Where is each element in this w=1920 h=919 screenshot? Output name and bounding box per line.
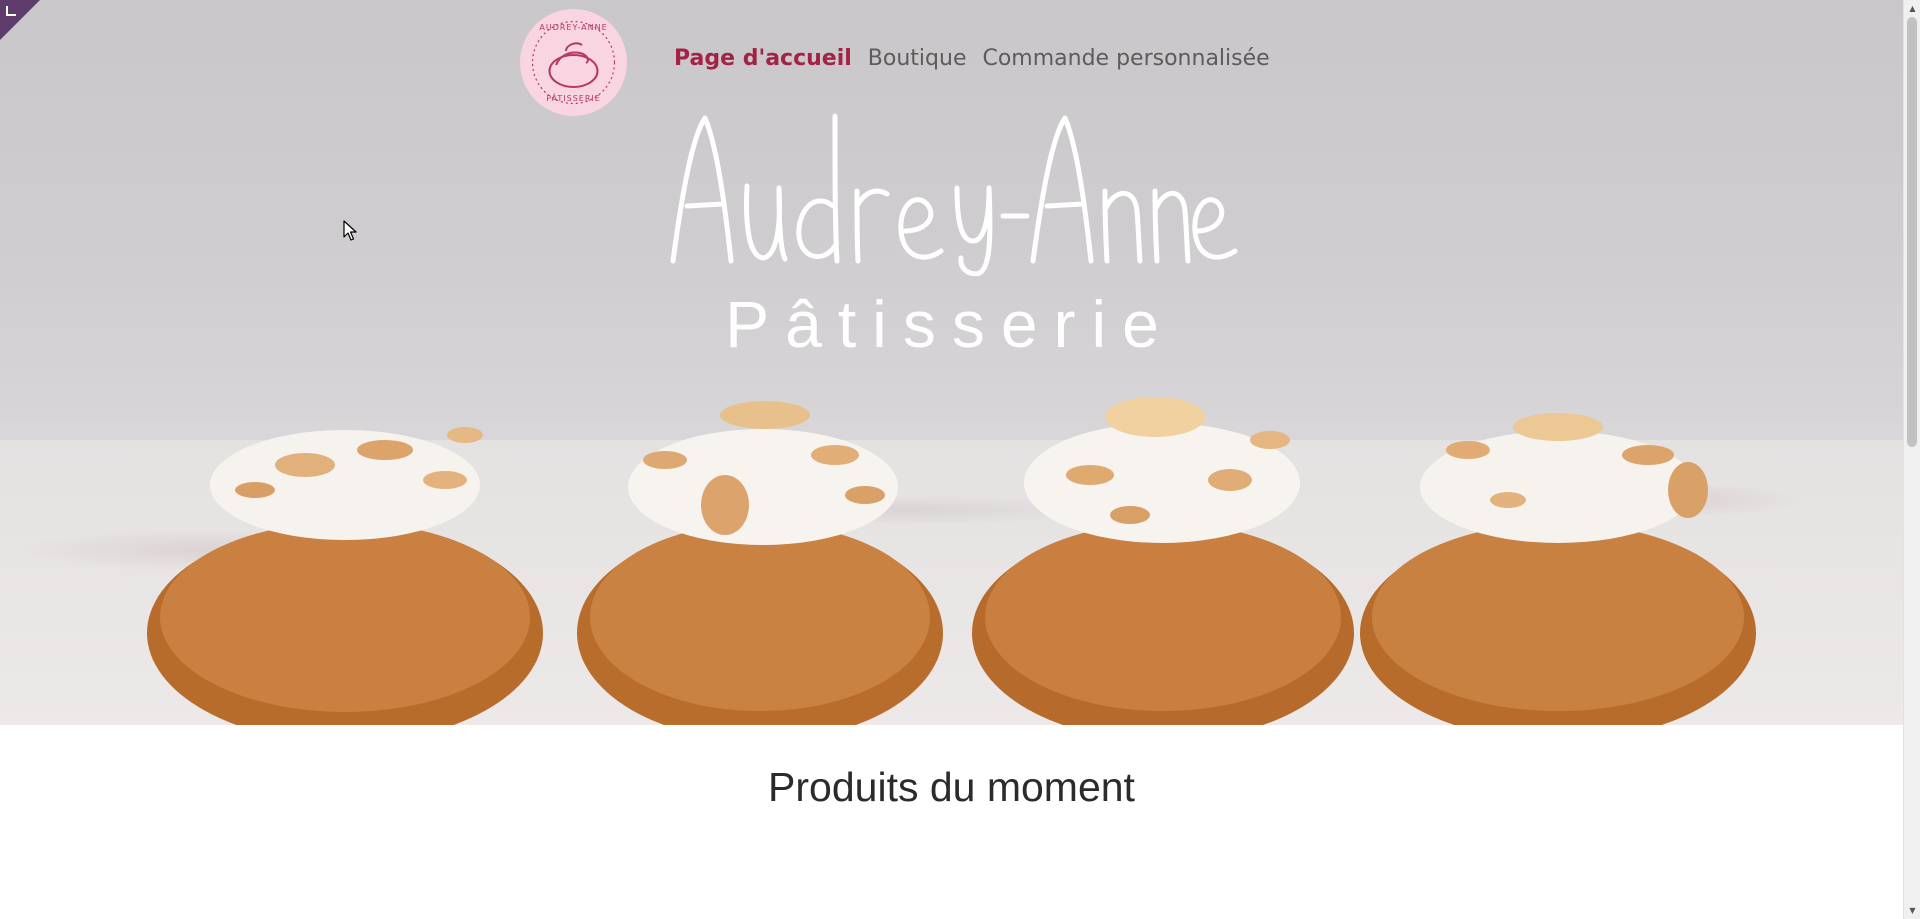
page: Pâtisserie AUDREY-ANNE PÂTISSERIE Page d… [0,0,1920,919]
site-logo[interactable]: AUDREY-ANNE PÂTISSERIE [520,9,627,116]
pastry-image-1 [147,427,543,725]
logo-top-text: AUDREY-ANNE [539,23,608,32]
nav-item-custom-order[interactable]: Commande personnalisée [982,46,1269,71]
nav-item-home[interactable]: Page d'accueil [674,46,852,71]
page-scrollbar[interactable]: ▲ ▼ [1903,0,1920,919]
main-nav: Page d'accueil Boutique Commande personn… [674,46,1270,71]
pastry-image-3 [972,397,1354,725]
nav-item-shop[interactable]: Boutique [868,46,967,71]
scrollbar-thumb[interactable] [1907,17,1917,447]
pastry-image-2 [577,401,943,725]
hero-banner: Pâtisserie [0,0,1903,725]
logo-bottom-text: PÂTISSERIE [546,94,601,103]
scroll-up-icon[interactable]: ▲ [1904,0,1920,17]
hero-subtitle: Pâtisserie [725,287,1175,361]
mouse-cursor-icon [343,220,357,241]
section-title-featured-products: Produits du moment [768,764,1135,810]
hero-title-logotype [670,113,1238,276]
corner-arrow-icon [6,6,16,16]
scroll-down-icon[interactable]: ▼ [1904,902,1920,919]
pastry-image-4 [1360,413,1756,725]
